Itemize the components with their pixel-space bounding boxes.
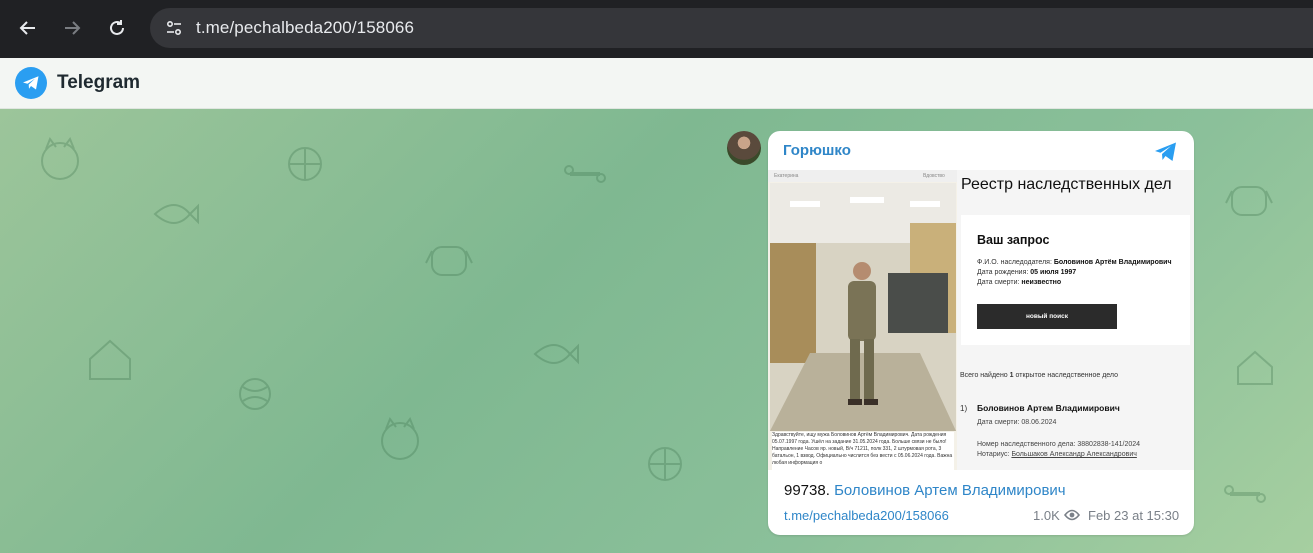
post-link[interactable]: t.me/pechalbeda200/158066 [784,508,949,523]
telegram-plane-icon[interactable] [1154,141,1178,163]
photo-header-right: Вдовство [923,173,945,179]
found-line: Всего найдено 1 открытое наследственное … [960,372,1118,379]
doodle-yarn-icon [239,378,271,410]
url-text[interactable]: t.me/pechalbeda200/158066 [196,18,414,38]
view-count: 1.0K [1033,508,1060,523]
channel-avatar[interactable] [727,131,761,165]
telegram-logo-icon[interactable] [15,67,47,99]
message-name-link[interactable]: Боловинов Артем Владимирович [834,482,1066,499]
app-title[interactable]: Telegram [57,72,140,94]
doodle-fish-icon [533,343,579,365]
doodle-house-icon [1237,350,1273,385]
doodle-ball-icon [648,447,682,481]
doodle-ball-icon [288,147,322,181]
query-box: Ваш запрос Ф.И.О. наследодателя: Боловин… [961,215,1190,345]
photo-caption: Здравствуйте, ищу мужа Боловинов Артём В… [772,432,954,470]
message-bubble: Горюшко Екатерина Вдовство Здравствуйте,… [768,131,1194,535]
photo-header: Екатерина Вдовство [768,170,957,182]
telegram-header: Telegram [0,58,1313,109]
media-photo-panel: Екатерина Вдовство Здравствуйте, ищу муж… [768,170,957,470]
doodle-cat-icon [41,136,79,180]
doodle-dog-icon [1225,186,1273,216]
doodle-bone-icon [564,165,606,183]
death-line: Дата смерти: неизвестно [977,279,1062,286]
registry-panel: Реестр наследственных дел Ваш запрос Ф.И… [957,170,1194,470]
result-death: Дата смерти: 08.06.2024 [977,419,1057,426]
doodle-fish-icon [153,203,199,225]
message-media[interactable]: Екатерина Вдовство Здравствуйте, ищу муж… [768,170,1194,470]
result-notary: Нотариус: Большаков Александр Александро… [977,451,1137,458]
new-search-button: новый поиск [977,304,1117,329]
site-info-icon[interactable] [160,14,188,42]
browser-toolbar: t.me/pechalbeda200/158066 [0,0,1313,58]
message-author[interactable]: Горюшко [783,142,851,159]
soldier-photo [770,183,956,431]
result-case: Номер наследственного дела: 38802838-141… [977,441,1141,448]
doodle-cat-icon [381,416,419,460]
forward-arrow-icon[interactable] [56,12,88,44]
query-title: Ваш запрос [977,233,1050,247]
photo-header-left: Екатерина [774,173,799,179]
address-bar[interactable]: t.me/pechalbeda200/158066 [150,8,1313,48]
eye-icon [1064,509,1080,521]
doodle-bone-icon [1224,485,1266,503]
fio-line: Ф.И.О. наследодателя: Боловинов Артём Вл… [977,259,1172,266]
birth-line: Дата рождения: 05 июля 1997 [977,269,1077,276]
doodle-dog-icon [425,246,473,276]
result-number: 1) [960,404,968,413]
message-number: 99738. [784,482,830,499]
doodle-house-icon [89,339,131,380]
reload-icon[interactable] [101,12,133,44]
registry-title: Реестр наследственных дел [961,176,1172,193]
message-text: 99738. Боловинов Артем Владимирович [784,482,1066,499]
post-date: Feb 23 at 15:30 [1088,508,1180,523]
result-name: Боловинов Артем Владимирович [977,403,1120,413]
back-arrow-icon[interactable] [12,12,44,44]
